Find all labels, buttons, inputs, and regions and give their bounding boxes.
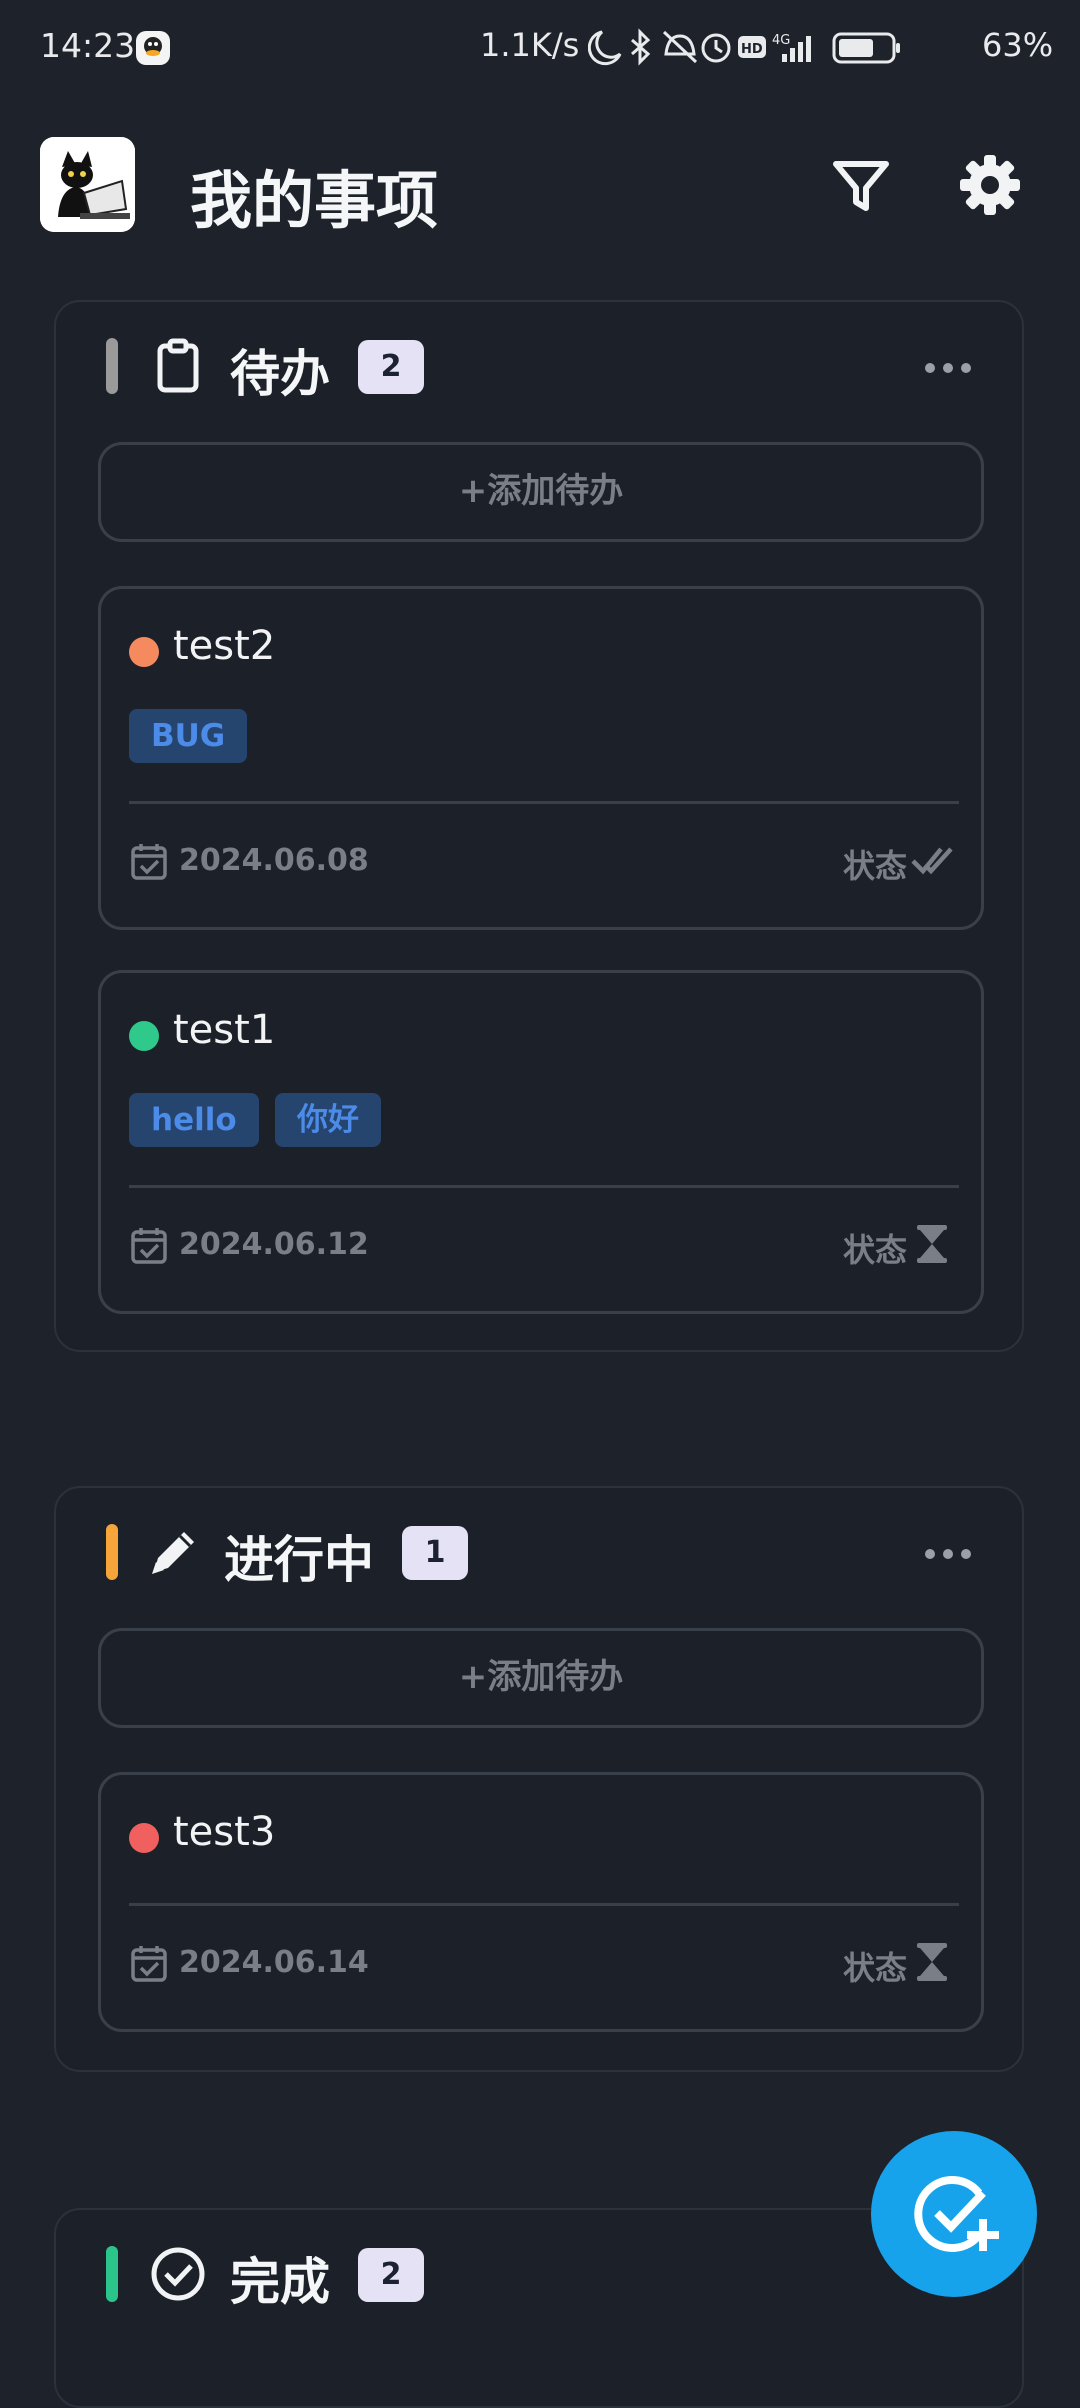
task-card[interactable]: test2 BUG 2024.06.08 状态 [98, 586, 984, 930]
task-date: 2024.06.12 [179, 1227, 369, 1262]
section-title: 进行中 [224, 1531, 374, 1589]
priority-dot [129, 637, 159, 667]
task-date: 2024.06.08 [179, 843, 369, 878]
app-logo[interactable] [40, 137, 135, 232]
qq-icon [136, 31, 170, 65]
gear-icon [960, 155, 1020, 215]
add-todo-button[interactable]: +添加待办 [98, 1628, 984, 1728]
svg-text:4G: 4G [772, 33, 790, 48]
section-color-bar [106, 2246, 118, 2302]
add-task-fab[interactable] [871, 2131, 1037, 2297]
status-label[interactable]: 状态 [843, 841, 907, 887]
battery-percent: 63% [982, 26, 1054, 64]
section-color-bar [106, 338, 118, 394]
task-tag: BUG [129, 709, 248, 763]
add-button-label: 添加待办 [487, 1657, 624, 1697]
task-tag: hello [129, 1093, 259, 1147]
section-title: 待办 [230, 345, 330, 403]
page-title: 我的事项 [190, 164, 439, 237]
section-title: 完成 [230, 2253, 330, 2311]
task-title: test3 [173, 1809, 276, 1855]
priority-dot [129, 1823, 159, 1853]
task-title: test1 [173, 1007, 276, 1053]
status-label[interactable]: 状态 [843, 1943, 907, 1989]
status-label[interactable]: 状态 [843, 1225, 907, 1271]
task-title: test2 [173, 623, 276, 669]
section-count-badge: 2 [358, 2248, 424, 2302]
more-icon[interactable] [924, 358, 972, 378]
calendar-icon [131, 1228, 167, 1264]
card-divider [129, 1185, 959, 1188]
add-todo-button[interactable]: +添加待办 [98, 442, 984, 542]
card-divider [129, 1903, 959, 1906]
section-in-progress: 进行中 1 +添加待办 test3 2024.06.14 状态 [54, 1486, 1024, 2072]
double-check-icon[interactable] [911, 839, 953, 881]
net-speed: 1.1K/s [480, 26, 580, 64]
hourglass-icon[interactable] [911, 1223, 953, 1265]
filter-icon [833, 161, 889, 211]
add-button-label: 添加待办 [487, 471, 624, 511]
settings-button[interactable] [955, 150, 1025, 220]
task-date: 2024.06.14 [179, 1945, 369, 1980]
plus-icon: + [458, 1657, 488, 1697]
svg-text:HD: HD [741, 42, 763, 57]
more-icon[interactable] [924, 1544, 972, 1564]
status-icons: HD 4G [588, 28, 900, 66]
status-time: 14:23 [40, 26, 136, 65]
calendar-icon [131, 1946, 167, 1982]
task-card[interactable]: test3 2024.06.14 状态 [98, 1772, 984, 2032]
card-divider [129, 801, 959, 804]
task-card[interactable]: test1 hello 你好 2024.06.12 状态 [98, 970, 984, 1314]
task-tag: 你好 [275, 1093, 381, 1147]
plus-icon: + [458, 471, 488, 511]
section-count-badge: 2 [358, 340, 424, 394]
section-count-badge: 1 [402, 1526, 468, 1580]
priority-dot [129, 1021, 159, 1051]
add-task-icon [914, 2176, 999, 2252]
status-bar: 14:23 1.1K/s HD 4G 63% [0, 0, 1080, 96]
hourglass-icon[interactable] [911, 1941, 953, 1983]
clipboard-icon [157, 338, 199, 393]
pencil-icon [152, 1532, 194, 1574]
calendar-icon [131, 844, 167, 880]
check-circle-icon [151, 2247, 205, 2301]
section-color-bar [106, 1524, 118, 1580]
section-todo: 待办 2 +添加待办 test2 BUG 2024.06.08 状态 test1… [54, 300, 1024, 1352]
filter-button[interactable] [826, 150, 896, 220]
